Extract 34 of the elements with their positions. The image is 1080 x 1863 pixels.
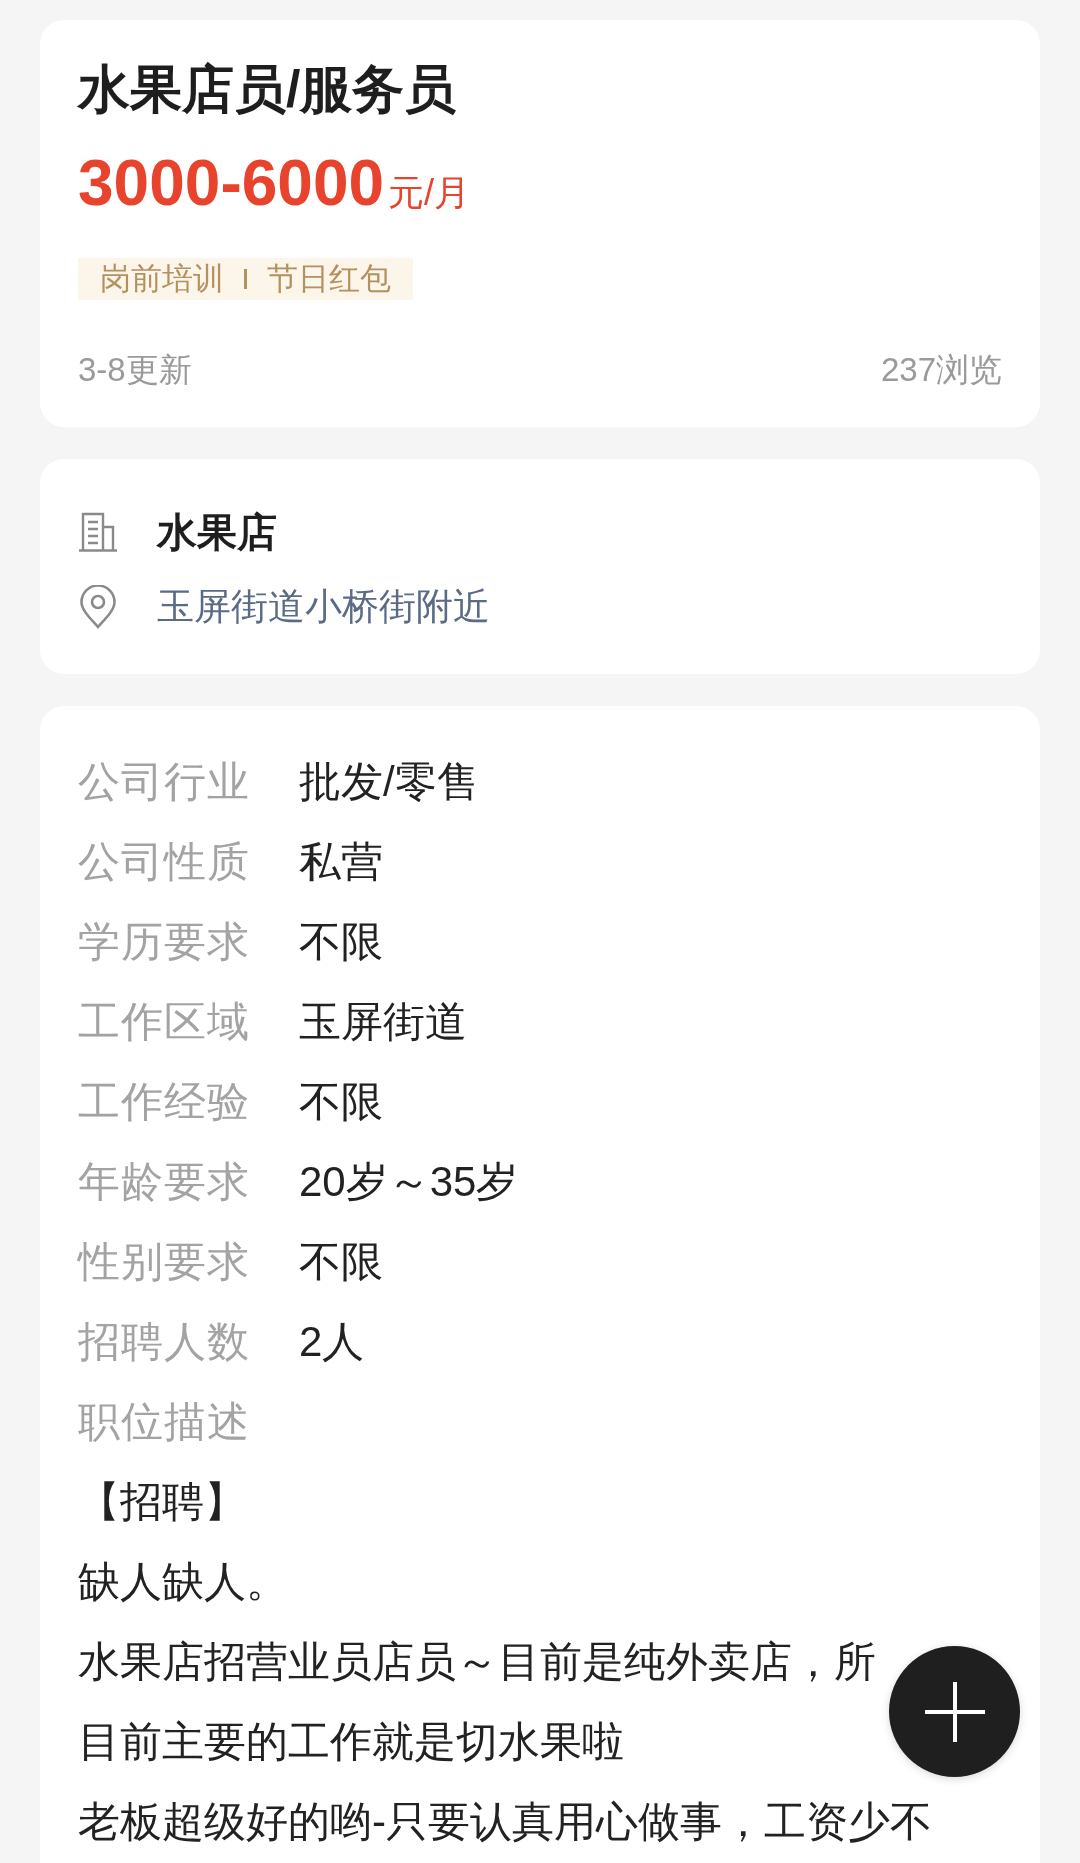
detail-value: 玉屏街道	[299, 997, 467, 1047]
description-text: 水果店招营业员店员～目前是纯外卖店，所	[78, 1637, 876, 1687]
benefit-tag: 岗前培训	[100, 258, 224, 300]
view-count: 237浏览	[880, 350, 1002, 390]
detail-label: 工作经验	[78, 1077, 250, 1127]
plus-icon	[924, 1681, 985, 1742]
description-text: 老板超级好的哟-只要认真用心做事，工资少不	[78, 1797, 932, 1847]
description-text: 目前主要的工作就是切水果啦	[78, 1717, 624, 1767]
company-address: 玉屏街道小桥街附近	[157, 585, 490, 629]
update-date: 3-8更新	[78, 350, 192, 390]
description-text: 【招聘】	[78, 1477, 246, 1527]
company-name: 水果店	[157, 509, 277, 556]
salary-amount: 3000-6000	[78, 148, 385, 218]
description-label: 职位描述	[78, 1397, 250, 1447]
job-title: 水果店员/服务员	[78, 59, 457, 120]
detail-label: 公司性质	[78, 837, 250, 887]
detail-value: 不限	[299, 917, 383, 967]
benefit-tag: 节日红包	[267, 258, 391, 300]
detail-label: 年龄要求	[78, 1157, 250, 1207]
building-icon	[78, 512, 118, 552]
detail-label: 公司行业	[78, 757, 250, 807]
detail-label: 性别要求	[78, 1237, 250, 1287]
location-pin-icon	[80, 585, 116, 629]
detail-value: 不限	[299, 1237, 383, 1287]
detail-value: 20岁～35岁	[299, 1157, 519, 1207]
detail-value: 不限	[299, 1077, 383, 1127]
detail-label: 招聘人数	[78, 1317, 250, 1367]
detail-label: 学历要求	[78, 917, 250, 967]
description-text: 缺人缺人。	[78, 1557, 288, 1607]
detail-value: 私营	[299, 837, 383, 887]
detail-value: 2人	[299, 1317, 365, 1367]
salary-unit: 元/月	[388, 171, 471, 215]
detail-value: 批发/零售	[299, 757, 479, 807]
detail-label: 工作区域	[78, 997, 250, 1047]
